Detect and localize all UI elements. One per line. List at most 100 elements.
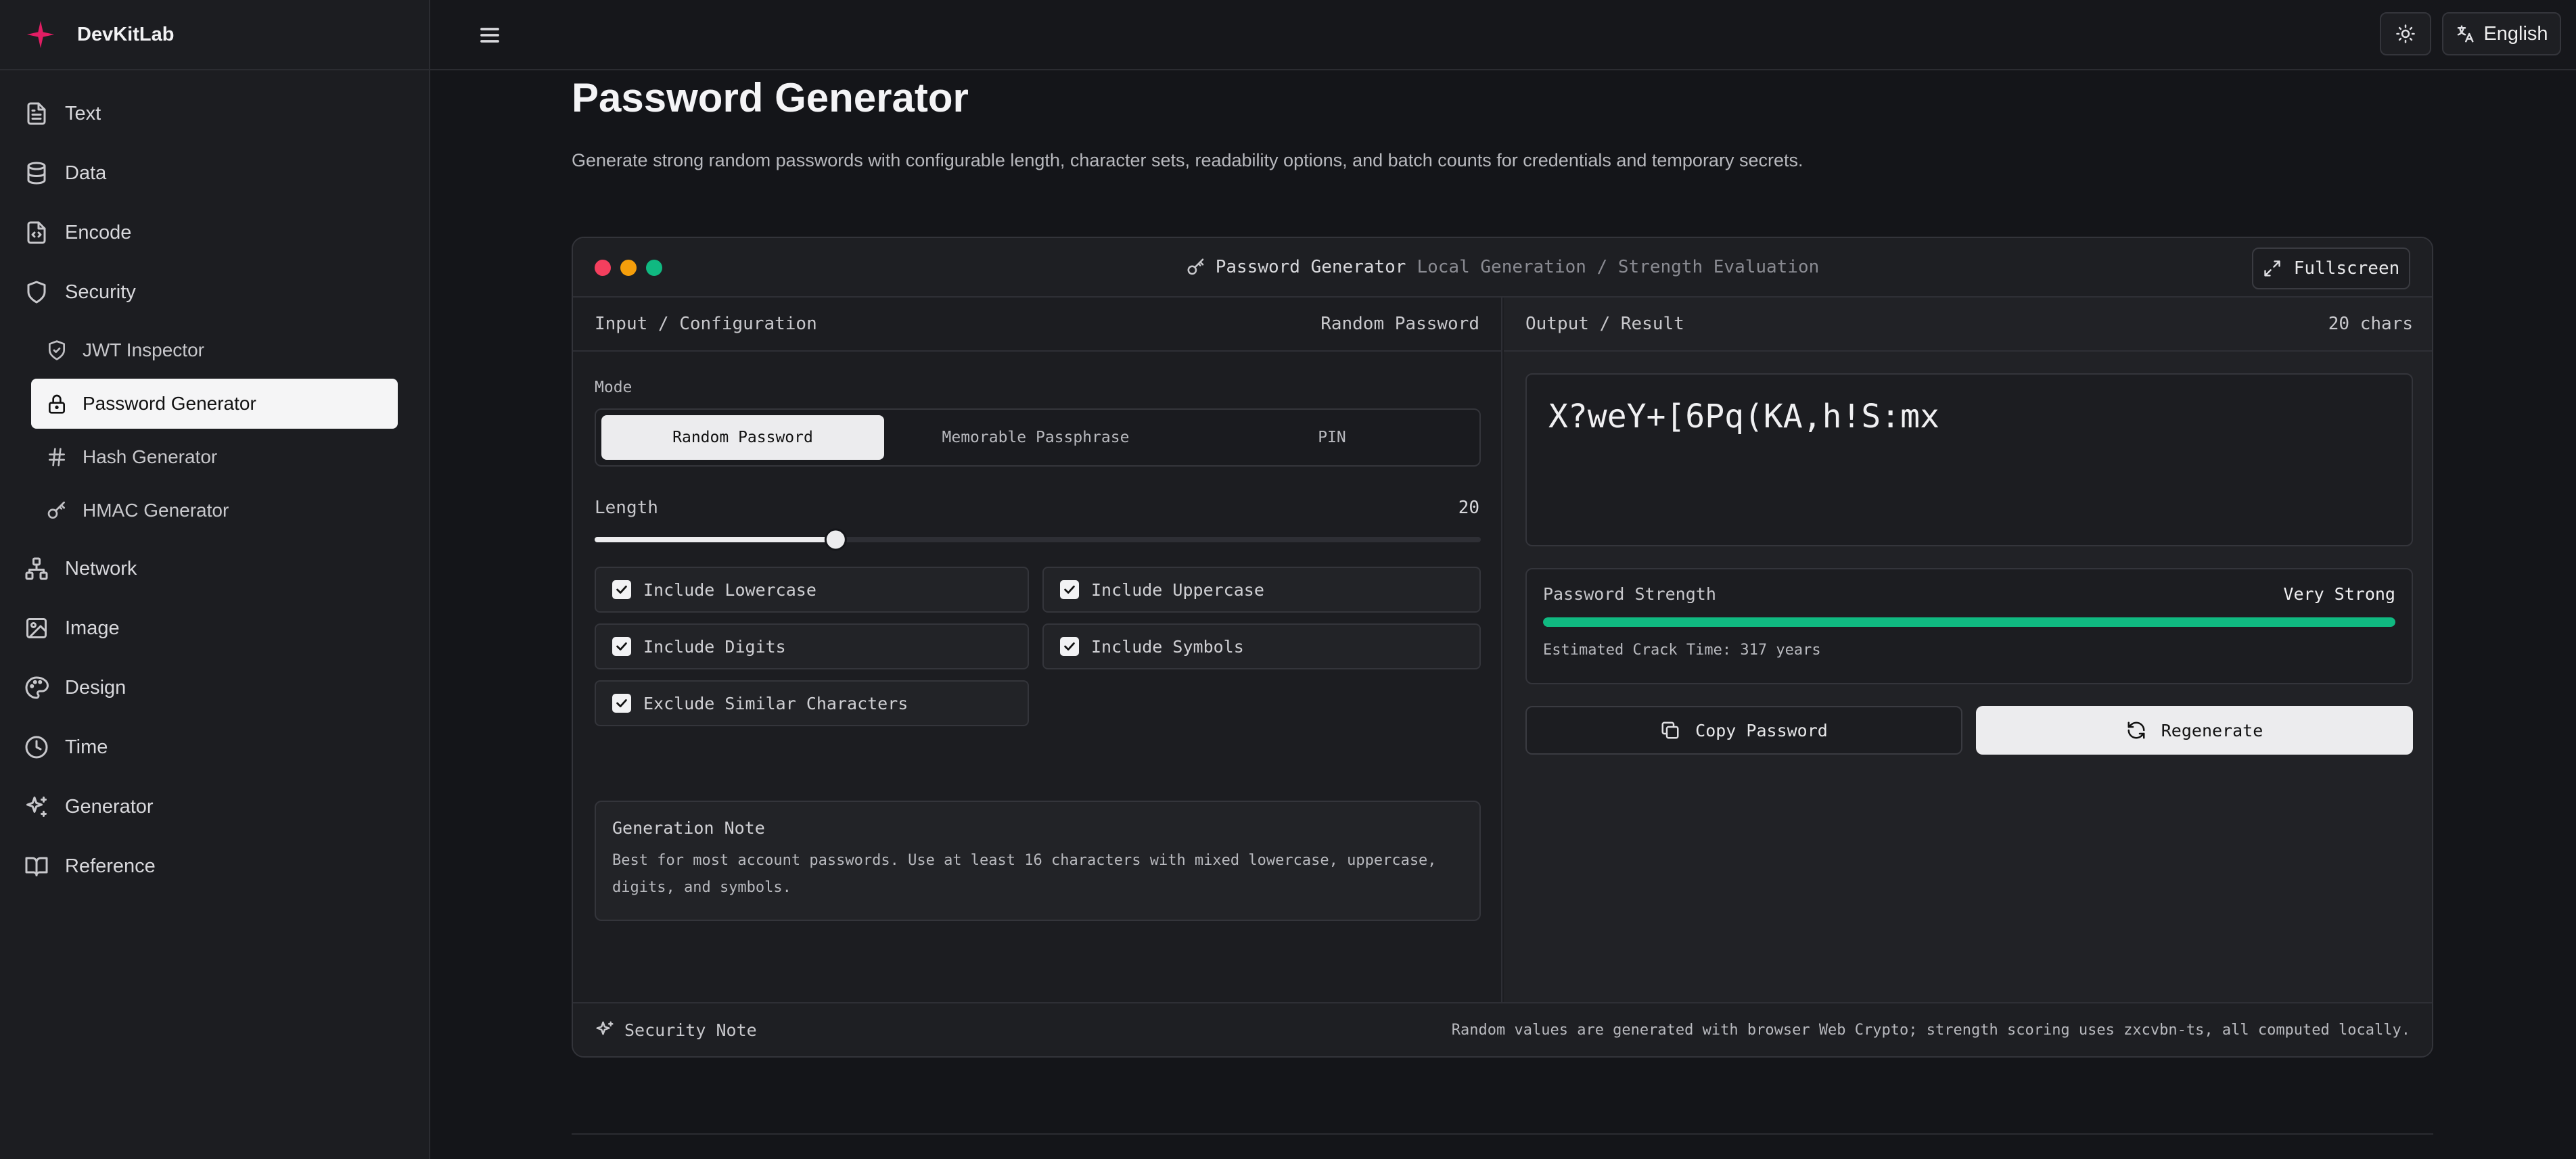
sidebar-item-security[interactable]: Security: [0, 262, 429, 322]
check-icon: [1064, 642, 1075, 651]
sidebar-item-network[interactable]: Network: [0, 539, 429, 598]
option-label: Include Uppercase: [1091, 580, 1264, 600]
page-description: Generate strong random passwords with co…: [572, 150, 1803, 170]
image-icon: [26, 618, 47, 638]
sidebar-item-generator[interactable]: Generator: [0, 777, 429, 836]
option-include-lowercase[interactable]: Include Lowercase: [595, 567, 1029, 613]
checkbox-checked[interactable]: [612, 637, 631, 656]
copy-password-button[interactable]: Copy Password: [1525, 706, 1962, 755]
security-note-text: Random values are generated with browser…: [1451, 1021, 2410, 1039]
tool-card: Password Generator Local Generation / St…: [572, 237, 2433, 1058]
sidebar-item-encode[interactable]: Encode: [0, 203, 429, 262]
input-pane: Input / Configuration Random Password Mo…: [573, 298, 1502, 1003]
generation-note: Generation Note Best for most account pa…: [595, 801, 1481, 921]
sidebar: DevKitLab Text Data Encode Security JWT …: [0, 0, 430, 1159]
sidebar-item-data[interactable]: Data: [0, 143, 429, 203]
language-label: English: [2483, 22, 2548, 45]
sidebar-item-label: Image: [65, 617, 120, 639]
sparkles-icon: [596, 1021, 614, 1035]
card-footer: Security Note Random values are generate…: [573, 1002, 2432, 1056]
output-pane-header: Output / Result 20 chars: [1504, 298, 2432, 352]
output-pane: Output / Result 20 chars X?weY+[6Pq(KA,h…: [1504, 298, 2432, 1003]
check-icon: [616, 586, 627, 594]
length-slider[interactable]: [595, 526, 1481, 553]
expand-icon: [2264, 260, 2280, 277]
sidebar-item-hmac-generator[interactable]: HMAC Generator: [31, 486, 398, 536]
file-text-icon: [27, 102, 46, 125]
mode-selector: Random Password Memorable Passphrase PIN: [595, 408, 1481, 467]
sidebar-item-design[interactable]: Design: [0, 658, 429, 717]
sidebar-item-label: Hash Generator: [83, 446, 218, 467]
password-output[interactable]: X?weY+[6Pq(KA,h!S:mx: [1525, 373, 2413, 546]
option-label: Include Symbols: [1091, 636, 1244, 657]
option-include-uppercase[interactable]: Include Uppercase: [1042, 567, 1481, 613]
slider-thumb[interactable]: [824, 528, 847, 551]
option-exclude-similar[interactable]: Exclude Similar Characters: [595, 680, 1029, 726]
output-char-count: 20 chars: [2328, 314, 2413, 334]
sidebar-item-text[interactable]: Text: [0, 84, 429, 143]
mode-random-password[interactable]: Random Password: [601, 415, 884, 460]
sidebar-nav: Text Data Encode Security JWT Inspector …: [0, 70, 429, 896]
fullscreen-button[interactable]: Fullscreen: [2252, 247, 2410, 289]
checkbox-checked[interactable]: [612, 694, 631, 713]
input-pane-mode: Random Password: [1320, 314, 1479, 334]
sidebar-item-label: Network: [65, 557, 137, 580]
sparkle-logo-icon: [26, 20, 55, 49]
strength-meter-fill: [1543, 617, 2395, 627]
input-pane-title: Input / Configuration: [595, 314, 817, 334]
crack-time: Estimated Crack Time: 317 years: [1543, 642, 1821, 659]
sidebar-item-label: Encode: [65, 221, 132, 243]
theme-toggle-button[interactable]: [2380, 12, 2431, 55]
checkbox-checked[interactable]: [612, 580, 631, 599]
menu-icon: [480, 28, 499, 43]
option-label: Include Lowercase: [643, 580, 816, 600]
sidebar-item-jwt-inspector[interactable]: JWT Inspector: [31, 325, 398, 375]
sidebar-item-label: Generator: [65, 795, 154, 818]
regenerate-button[interactable]: Regenerate: [1976, 706, 2413, 755]
output-pane-title: Output / Result: [1525, 314, 1684, 334]
sidebar-item-label: Security: [65, 281, 136, 303]
mode-memorable-passphrase[interactable]: Memorable Passphrase: [890, 415, 1182, 460]
checkbox-checked[interactable]: [1060, 580, 1079, 599]
key-icon: [47, 501, 65, 519]
sidebar-item-hash-generator[interactable]: Hash Generator: [31, 432, 398, 482]
option-include-digits[interactable]: Include Digits: [595, 623, 1029, 669]
option-label: Exclude Similar Characters: [643, 693, 908, 713]
sidebar-item-image[interactable]: Image: [0, 598, 429, 658]
mode-label: Mode: [595, 379, 632, 396]
shield-icon: [27, 281, 46, 304]
strength-meter: [1543, 617, 2395, 627]
divider: [572, 1133, 2433, 1135]
sidebar-item-label: Design: [65, 676, 127, 699]
brand[interactable]: DevKitLab: [0, 0, 429, 70]
file-code-icon: [27, 221, 46, 244]
sidebar-item-label: Time: [65, 736, 108, 758]
sidebar-item-label: JWT Inspector: [83, 339, 204, 360]
clock-icon: [25, 736, 48, 759]
database-icon: [27, 162, 46, 185]
generation-note-body: Best for most account passwords. Use at …: [612, 852, 1437, 896]
topbar: English: [430, 0, 2576, 70]
language-button[interactable]: English: [2442, 12, 2561, 55]
strength-panel: Password Strength Very Strong Estimated …: [1525, 568, 2413, 684]
sidebar-item-label: Text: [65, 102, 101, 124]
key-icon: [1187, 258, 1203, 275]
strength-value: Very Strong: [2283, 584, 2395, 604]
sidebar-item-reference[interactable]: Reference: [0, 836, 429, 896]
length-label: Length: [595, 498, 658, 518]
check-icon: [1064, 586, 1075, 594]
sidebar-item-password-generator[interactable]: Password Generator: [31, 379, 398, 429]
brand-name: DevKitLab: [77, 23, 175, 45]
option-label: Include Digits: [643, 636, 786, 657]
palette-icon: [25, 676, 49, 699]
menu-toggle-button[interactable]: [475, 20, 505, 50]
option-include-symbols[interactable]: Include Symbols: [1042, 623, 1481, 669]
checkbox-checked[interactable]: [1060, 637, 1079, 656]
card-header: Password Generator Local Generation / St…: [573, 238, 2432, 298]
sparkles-icon: [26, 797, 47, 817]
mode-pin[interactable]: PIN: [1187, 415, 1477, 460]
input-pane-header: Input / Configuration Random Password: [573, 298, 1501, 352]
sidebar-item-time[interactable]: Time: [0, 717, 429, 777]
generation-note-title: Generation Note: [612, 818, 765, 838]
copy-icon: [1661, 722, 1679, 739]
